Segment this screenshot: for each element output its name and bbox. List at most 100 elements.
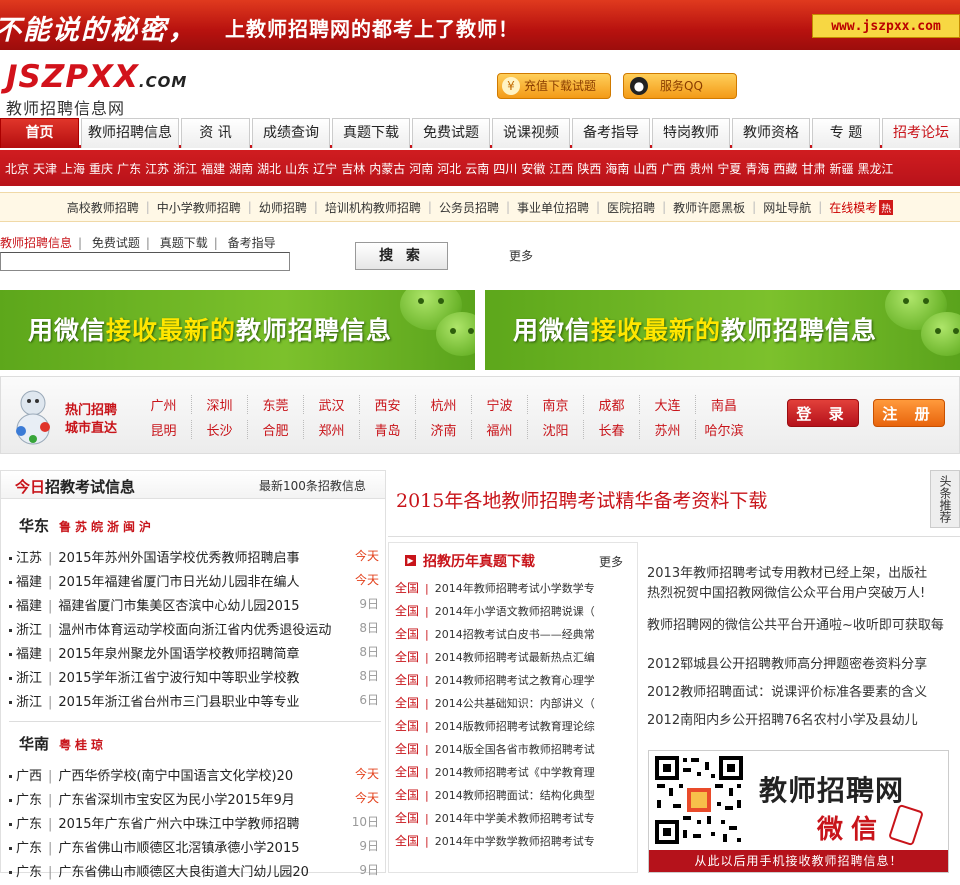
job-province[interactable]: 浙江	[16, 623, 42, 638]
list-item[interactable]: 浙江 | 2015年浙江省台州市三门县职业中等专业 6日	[9, 691, 381, 715]
city-link[interactable]: 杭州	[416, 395, 472, 414]
region-subs-east[interactable]: 鲁苏皖浙闽沪	[59, 520, 155, 534]
province-link[interactable]: 青海	[745, 160, 769, 177]
nav-tab-free-tests[interactable]: 免费试题	[412, 118, 490, 148]
job-title[interactable]: 2015年泉州聚龙外国语学校教师招聘简章	[58, 647, 299, 662]
province-link[interactable]: 广东	[117, 160, 141, 177]
subnav-link[interactable]: 培训机构教师招聘	[325, 199, 421, 216]
list-item[interactable]: 浙江 | 温州市体育运动学校面向浙江省内优秀退役运动 8日	[9, 619, 381, 643]
city-link[interactable]: 长沙	[192, 420, 248, 439]
nav-tab-qualification[interactable]: 教师资格	[732, 118, 810, 148]
list-item[interactable]: 全国 | 2014年中学美术教师招聘考试专	[395, 809, 635, 832]
exam-title[interactable]: 2014教师招聘考试之教育心理学	[435, 674, 595, 687]
province-link[interactable]: 贵州	[689, 160, 713, 177]
city-link[interactable]: 武汉	[304, 395, 360, 414]
nav-tab-guide[interactable]: 备考指导	[572, 118, 650, 148]
city-link[interactable]: 青岛	[360, 420, 416, 439]
province-link[interactable]: 湖南	[229, 160, 253, 177]
nav-tab-special-teacher[interactable]: 特岗教师	[652, 118, 730, 148]
list-item[interactable]: 全国 | 2014版教师招聘考试教育理论综	[395, 717, 635, 740]
city-link[interactable]: 昆明	[136, 420, 192, 439]
job-province[interactable]: 福建	[16, 599, 42, 614]
province-link[interactable]: 江西	[549, 160, 573, 177]
exam-title[interactable]: 2014年小学语文教师招聘说课（	[435, 605, 595, 618]
site-logo[interactable]: JSZPXX.COM 教师招聘信息网	[6, 62, 187, 119]
job-title[interactable]: 2015年广东省广州六中珠江中学教师招聘	[58, 817, 299, 832]
search-cat-free-tests[interactable]: 免费试题	[92, 236, 140, 250]
list-item[interactable]: 全国 | 2014版全国各省市教师招聘考试	[395, 740, 635, 763]
city-link[interactable]: 郑州	[304, 420, 360, 439]
province-link[interactable]: 海南	[605, 160, 629, 177]
province-link[interactable]: 山西	[633, 160, 657, 177]
latest-100-link[interactable]: 最新100条招教信息	[259, 477, 366, 494]
city-link[interactable]: 大连	[640, 395, 696, 414]
province-link[interactable]: 河南	[409, 160, 433, 177]
nav-tab-past-papers[interactable]: 真题下载	[332, 118, 410, 148]
province-link[interactable]: 北京	[5, 160, 29, 177]
job-title[interactable]: 广东省深圳市宝安区为民小学2015年9月	[58, 793, 294, 808]
exam-title[interactable]: 2014教师招聘面试：结构化典型	[435, 789, 595, 802]
city-link[interactable]: 南昌	[696, 395, 752, 414]
city-link[interactable]: 济南	[416, 420, 472, 439]
job-title[interactable]: 广东省佛山市顺德区北滘镇承德小学2015	[58, 841, 299, 856]
exam-title[interactable]: 2014年中学数学教师招聘考试专	[435, 835, 595, 848]
list-item[interactable]: 全国 | 2014教师招聘考试最新热点汇编	[395, 648, 635, 671]
province-link[interactable]: 宁夏	[717, 160, 741, 177]
job-province[interactable]: 广东	[16, 793, 42, 808]
register-button[interactable]: 注 册	[873, 399, 945, 427]
nav-tab-videos[interactable]: 说课视频	[492, 118, 570, 148]
province-link[interactable]: 上海	[61, 160, 85, 177]
exam-title[interactable]: 2014教师招聘考试《中学教育理	[435, 766, 595, 779]
wechat-banner-right[interactable]: 用微信接收最新的教师招聘信息	[485, 290, 960, 370]
job-province[interactable]: 广东	[16, 817, 42, 832]
list-item[interactable]: 全国 | 2014年中学数学教师招聘考试专	[395, 832, 635, 855]
list-item[interactable]: 福建 | 2015年泉州聚龙外国语学校教师招聘简章 8日	[9, 643, 381, 667]
list-item[interactable]: 全国 | 2014教师招聘面试：结构化典型	[395, 786, 635, 809]
search-more-link[interactable]: 更多	[509, 247, 533, 264]
search-cat-past-papers[interactable]: 真题下载	[160, 236, 208, 250]
recharge-download-button[interactable]: ¥ 充值下载试题	[497, 73, 611, 99]
news-link[interactable]: 2013年教师招聘考试专用教材已经上架，出版社	[647, 566, 957, 582]
news-link[interactable]: 2012郓城县公开招聘教师高分押题密卷资料分享	[647, 657, 957, 673]
search-cat-recruit-info[interactable]: 教师招聘信息	[0, 236, 72, 250]
list-item[interactable]: 全国 | 2014教师招聘考试之教育心理学	[395, 671, 635, 694]
city-link[interactable]: 合肥	[248, 420, 304, 439]
nav-tab-score[interactable]: 成绩查询	[252, 118, 330, 148]
login-button[interactable]: 登 录	[787, 399, 859, 427]
city-link[interactable]: 哈尔滨	[696, 420, 752, 439]
exam-title[interactable]: 2014版全国各省市教师招聘考试	[435, 743, 595, 756]
list-item[interactable]: 浙江 | 2015学年浙江省宁波行知中等职业学校教 8日	[9, 667, 381, 691]
job-title[interactable]: 2015学年浙江省宁波行知中等职业学校教	[58, 671, 299, 686]
news-link[interactable]: 热烈祝贺中国招教网微信公众平台用户突破万人!	[647, 586, 957, 602]
subnav-online-mock-exam[interactable]: 在线模考	[829, 199, 877, 216]
exam-region[interactable]: 全国	[395, 719, 419, 733]
exam-region[interactable]: 全国	[395, 742, 419, 756]
exam-region[interactable]: 全国	[395, 650, 419, 664]
job-province[interactable]: 福建	[16, 575, 42, 590]
subnav-link[interactable]: 教师许愿黑板	[673, 199, 745, 216]
top-banner[interactable]: 不能说的秘密， 上教师招聘网的都考上了教师！ www.jszpxx.com	[0, 0, 960, 50]
list-item[interactable]: 广东 | 2015年广东省广州六中珠江中学教师招聘 10日	[9, 813, 381, 837]
list-item[interactable]: 全国 | 2014招教考试白皮书——经典常	[395, 625, 635, 648]
subnav-link[interactable]: 公务员招聘	[439, 199, 499, 216]
nav-tab-forum[interactable]: 招考论坛	[882, 118, 960, 148]
province-link[interactable]: 辽宁	[313, 160, 337, 177]
subnav-link[interactable]: 事业单位招聘	[517, 199, 589, 216]
city-link[interactable]: 福州	[472, 420, 528, 439]
list-item[interactable]: 广东 | 广东省深圳市宝安区为民小学2015年9月 今天	[9, 789, 381, 813]
past-papers-more-link[interactable]: 更多	[599, 553, 623, 570]
region-subs-south[interactable]: 粤桂琼	[59, 738, 107, 752]
news-link[interactable]: 教师招聘网的微信公共平台开通啦~收听即可获取每	[647, 618, 957, 634]
province-link[interactable]: 新疆	[829, 160, 853, 177]
province-link[interactable]: 浙江	[173, 160, 197, 177]
city-link[interactable]: 苏州	[640, 420, 696, 439]
list-item[interactable]: 全国 | 2014教师招聘考试《中学教育理	[395, 763, 635, 786]
exam-region[interactable]: 全国	[395, 834, 419, 848]
list-item[interactable]: 全国 | 2014年小学语文教师招聘说课（	[395, 602, 635, 625]
exam-title[interactable]: 2014年教师招聘考试小学数学专	[435, 582, 595, 595]
job-title[interactable]: 2015年浙江省台州市三门县职业中等专业	[58, 695, 299, 710]
qq-service-button[interactable]: ● 服务QQ	[623, 73, 737, 99]
job-province[interactable]: 浙江	[16, 671, 42, 686]
province-link[interactable]: 四川	[493, 160, 517, 177]
nav-tab-news[interactable]: 资 讯	[181, 118, 250, 148]
